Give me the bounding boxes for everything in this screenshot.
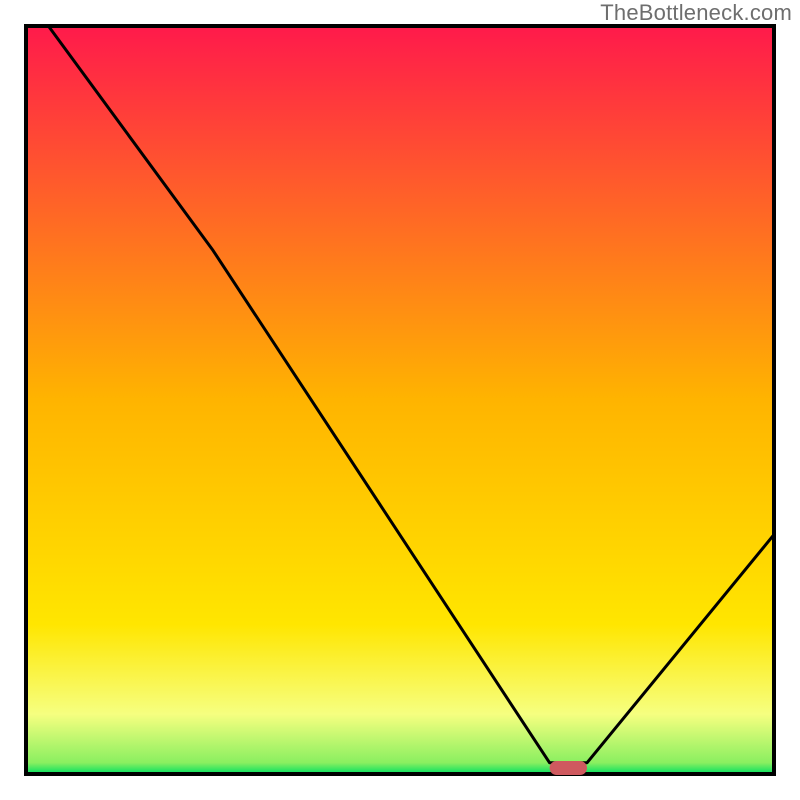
gradient-background [26,26,774,774]
watermark-text: TheBottleneck.com [600,0,792,26]
bottleneck-chart [0,0,800,800]
chart-frame: TheBottleneck.com [0,0,800,800]
minimum-marker [550,761,587,775]
plot-area [26,26,774,775]
